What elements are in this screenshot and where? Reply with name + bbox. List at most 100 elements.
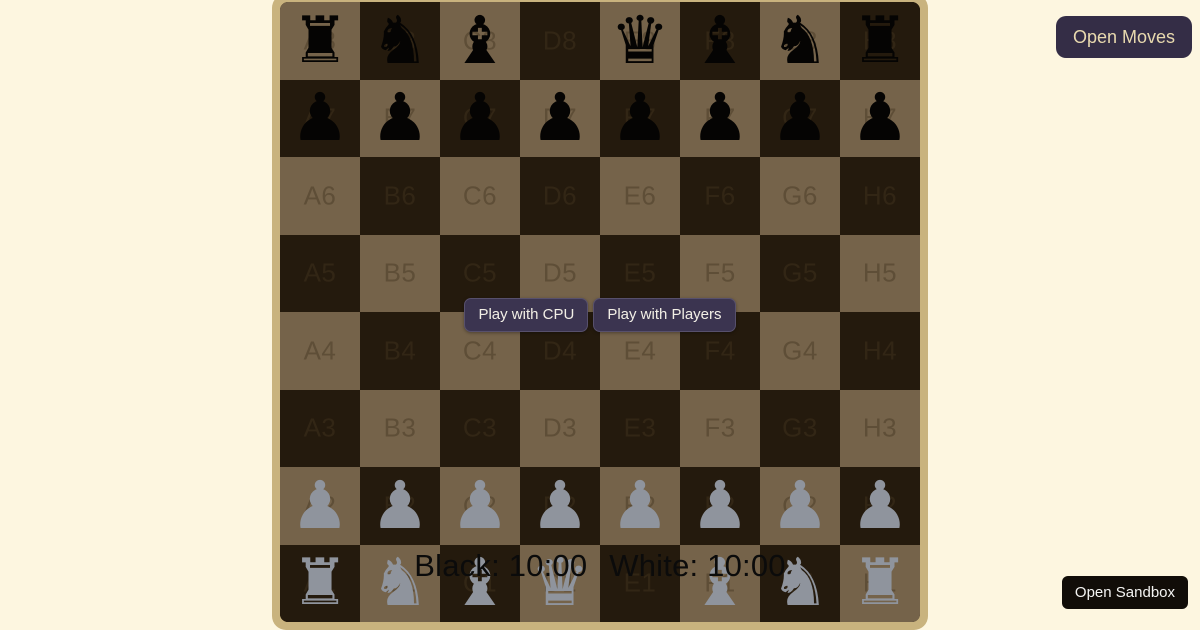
black-pawn-icon[interactable]: ♟ [610, 85, 669, 151]
black-pawn-icon[interactable]: ♟ [690, 85, 749, 151]
black-bishop-icon[interactable]: ♝ [450, 7, 509, 74]
board-square-a3[interactable]: A3 [280, 389, 360, 467]
square-label: A6 [303, 180, 337, 211]
board-square-f2[interactable]: F2 ♟ [680, 467, 760, 545]
open-sandbox-button[interactable]: Open Sandbox [1061, 576, 1188, 609]
white-rook-icon[interactable]: ♜ [291, 551, 348, 615]
play-with-cpu-button[interactable]: Play with CPU [464, 298, 589, 332]
board-square-b8[interactable]: B8 ♞ [360, 2, 440, 80]
board-square-e6[interactable]: E6 [600, 157, 680, 235]
board-square-e7[interactable]: E7 ♟ [600, 79, 680, 157]
board-square-d8[interactable]: D8 [520, 2, 600, 80]
square-label: F4 [704, 335, 736, 366]
board-square-a2[interactable]: A2 ♟ [280, 467, 360, 545]
play-with-players-button[interactable]: Play with Players [593, 298, 736, 332]
board-square-a7[interactable]: A7 ♟ [280, 79, 360, 157]
board-square-c8[interactable]: C8 ♝ [440, 2, 520, 80]
game-mode-button-group: Play with CPU Play with Players [0, 298, 1200, 332]
board-square-e3[interactable]: E3 [600, 389, 680, 467]
board-square-g8[interactable]: G8 ♞ [760, 2, 840, 80]
white-bishop-icon[interactable]: ♝ [450, 550, 509, 616]
board-square-f6[interactable]: F6 [680, 157, 760, 235]
board-square-g2[interactable]: G2 ♟ [760, 467, 840, 545]
board-square-b3[interactable]: B3 [360, 389, 440, 467]
board-square-c7[interactable]: C7 ♟ [440, 79, 520, 157]
chess-app: A8 ♜ B8 ♞ C8 ♝ D8 E8 ♛ F8 ♝ G8 ♞ H8 ♜ A7 ♟ B7 ♟ C7 ♟ D7 ♟ E7 ♟ F7… [0, 0, 1200, 630]
white-pawn-icon[interactable]: ♟ [850, 472, 909, 539]
square-label: E3 [623, 412, 657, 443]
board-square-b2[interactable]: B2 ♟ [360, 467, 440, 545]
white-queen-icon[interactable]: ♛ [530, 550, 589, 616]
board-square-d2[interactable]: D2 ♟ [520, 467, 600, 545]
square-label: H4 [862, 335, 898, 366]
board-square-a1[interactable]: A1 ♜ [280, 544, 360, 622]
square-label: F5 [704, 257, 736, 288]
white-pawn-icon[interactable]: ♟ [690, 472, 749, 539]
board-square-b7[interactable]: B7 ♟ [360, 79, 440, 157]
board-square-g3[interactable]: G3 [760, 389, 840, 467]
board-square-c3[interactable]: C3 [440, 389, 520, 467]
board-square-d1[interactable]: D1 ♛ [520, 544, 600, 622]
board-square-g1[interactable]: G1 ♞ [760, 544, 840, 622]
black-rook-icon[interactable]: ♜ [851, 9, 908, 73]
black-pawn-icon[interactable]: ♟ [850, 85, 909, 151]
board-square-h6[interactable]: H6 [840, 157, 920, 235]
board-square-c6[interactable]: C6 [440, 157, 520, 235]
square-label: A4 [303, 335, 337, 366]
square-label: C4 [462, 335, 498, 366]
square-label: A5 [303, 257, 337, 288]
board-square-g7[interactable]: G7 ♟ [760, 79, 840, 157]
square-label: H3 [862, 412, 898, 443]
white-rook-icon[interactable]: ♜ [851, 551, 908, 615]
white-knight-icon[interactable]: ♞ [770, 550, 829, 616]
open-moves-button[interactable]: Open Moves [1055, 16, 1192, 58]
board-square-h3[interactable]: H3 [840, 389, 920, 467]
square-label: B5 [383, 257, 417, 288]
square-label: D5 [542, 257, 578, 288]
white-knight-icon[interactable]: ♞ [370, 550, 429, 616]
white-pawn-icon[interactable]: ♟ [610, 472, 669, 539]
square-label: B4 [383, 335, 417, 366]
white-pawn-icon[interactable]: ♟ [770, 472, 829, 539]
board-square-e8[interactable]: E8 ♛ [600, 2, 680, 80]
black-pawn-icon[interactable]: ♟ [770, 85, 829, 151]
black-bishop-icon[interactable]: ♝ [690, 7, 749, 74]
board-square-a6[interactable]: A6 [280, 157, 360, 235]
white-bishop-icon[interactable]: ♝ [690, 550, 749, 616]
square-label: D4 [542, 335, 578, 366]
board-square-b6[interactable]: B6 [360, 157, 440, 235]
board-square-a8[interactable]: A8 ♜ [280, 2, 360, 80]
board-square-h8[interactable]: H8 ♜ [840, 2, 920, 80]
square-label: C3 [462, 412, 498, 443]
board-square-f7[interactable]: F7 ♟ [680, 79, 760, 157]
black-pawn-icon[interactable]: ♟ [370, 85, 429, 151]
board-square-d6[interactable]: D6 [520, 157, 600, 235]
board-square-d7[interactable]: D7 ♟ [520, 79, 600, 157]
square-label: G3 [782, 412, 818, 443]
board-square-e1[interactable]: E1 [600, 544, 680, 622]
board-square-b1[interactable]: B1 ♞ [360, 544, 440, 622]
board-square-f8[interactable]: F8 ♝ [680, 2, 760, 80]
board-square-g6[interactable]: G6 [760, 157, 840, 235]
board-square-c2[interactable]: C2 ♟ [440, 467, 520, 545]
board-square-f3[interactable]: F3 [680, 389, 760, 467]
board-square-h1[interactable]: H1 ♜ [840, 544, 920, 622]
board-square-h7[interactable]: H7 ♟ [840, 79, 920, 157]
white-pawn-icon[interactable]: ♟ [370, 472, 429, 539]
white-pawn-icon[interactable]: ♟ [450, 472, 509, 539]
board-square-h2[interactable]: H2 ♟ [840, 467, 920, 545]
black-pawn-icon[interactable]: ♟ [290, 85, 349, 151]
board-square-f1[interactable]: F1 ♝ [680, 544, 760, 622]
board-square-d3[interactable]: D3 [520, 389, 600, 467]
black-pawn-icon[interactable]: ♟ [450, 85, 509, 151]
white-pawn-icon[interactable]: ♟ [290, 472, 349, 539]
black-queen-icon[interactable]: ♛ [610, 7, 669, 74]
black-rook-icon[interactable]: ♜ [291, 9, 348, 73]
square-label: F6 [704, 180, 736, 211]
white-pawn-icon[interactable]: ♟ [530, 472, 589, 539]
board-square-c1[interactable]: C1 ♝ [440, 544, 520, 622]
black-knight-icon[interactable]: ♞ [770, 7, 829, 74]
board-square-e2[interactable]: E2 ♟ [600, 467, 680, 545]
black-pawn-icon[interactable]: ♟ [530, 85, 589, 151]
black-knight-icon[interactable]: ♞ [370, 7, 429, 74]
